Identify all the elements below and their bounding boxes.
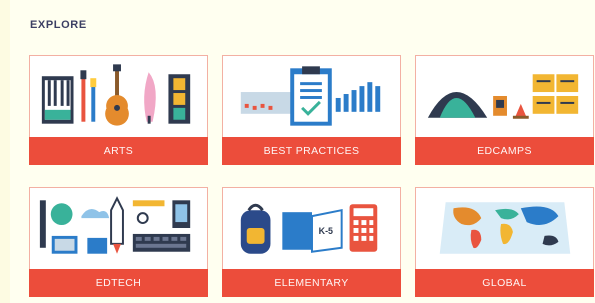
- world-map-icon: [439, 202, 571, 254]
- category-label-arts: ARTS: [29, 137, 208, 165]
- category-card-best-practices[interactable]: BEST PRACTICES: [222, 55, 401, 165]
- category-card-edcamps[interactable]: EDCAMPS: [415, 55, 594, 165]
- category-label-elementary: ELEMENTARY: [222, 269, 401, 297]
- backpack-books-icon: K-5: [240, 203, 378, 254]
- category-label-global: GLOBAL: [415, 269, 594, 297]
- category-label-best-practices: BEST PRACTICES: [222, 137, 401, 165]
- category-card-arts[interactable]: ARTS: [29, 55, 208, 165]
- explore-heading: EXPLORE: [30, 19, 87, 31]
- arts-icon: [41, 64, 191, 126]
- category-label-edcamps: EDCAMPS: [415, 137, 594, 165]
- category-label-edtech: EDTECH: [29, 269, 208, 297]
- edtech-gadgets-icon: [39, 196, 191, 254]
- category-card-elementary[interactable]: K-5 ELEMENTARY: [222, 187, 401, 297]
- clipboard-chart-icon: [240, 66, 381, 126]
- category-card-global[interactable]: GLOBAL: [415, 187, 594, 297]
- svg-text:K-5: K-5: [319, 226, 333, 236]
- camp-tent-icon: [427, 74, 579, 119]
- category-card-edtech[interactable]: EDTECH: [29, 187, 208, 297]
